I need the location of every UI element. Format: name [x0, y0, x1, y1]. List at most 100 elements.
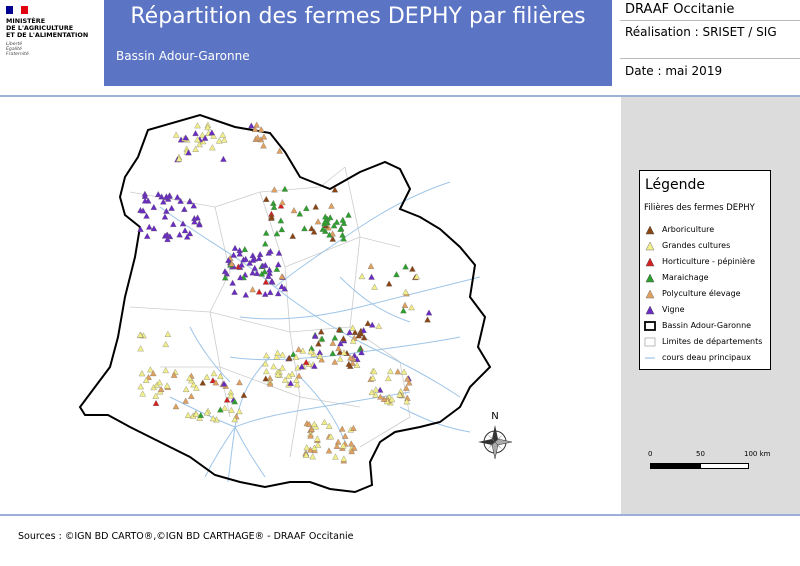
farm-marker — [219, 131, 227, 138]
triangle-icon — [645, 273, 655, 283]
farm-marker — [266, 289, 274, 296]
farm-marker — [331, 334, 339, 341]
farm-marker — [329, 350, 336, 356]
divider — [0, 514, 800, 516]
farm-marker — [375, 322, 383, 329]
farm-marker — [188, 392, 195, 399]
ministry-name: MINISTÈRE DE L'AGRICULTURE ET DE L'ALIME… — [6, 18, 102, 39]
farm-marker — [425, 309, 433, 316]
farm-marker — [301, 225, 308, 232]
triangle-icon — [645, 241, 655, 251]
farm-marker — [209, 144, 216, 151]
farm-marker — [263, 352, 270, 359]
farm-marker — [162, 367, 169, 374]
triangle-icon — [645, 225, 655, 235]
farm-marker — [308, 225, 315, 232]
legend-item-label: cours deau principaux — [662, 353, 751, 362]
organization: DRAAF Occitanie — [625, 2, 735, 17]
farm-marker — [271, 186, 278, 193]
farm-marker — [402, 263, 409, 270]
farm-marker — [248, 122, 255, 129]
farm-marker — [345, 211, 352, 218]
farm-marker — [325, 447, 333, 454]
adour-garonne-basin-outline — [78, 113, 492, 494]
farm-marker — [358, 273, 366, 280]
farm-marker — [335, 345, 342, 352]
farm-marker — [277, 217, 285, 224]
farm-marker — [150, 203, 158, 210]
farm-marker — [402, 288, 409, 295]
farm-marker — [331, 358, 339, 365]
farm-marker — [164, 330, 172, 337]
map-canvas: N — [78, 113, 513, 494]
farm-marker — [221, 136, 228, 143]
farm-marker — [256, 251, 264, 257]
farm-marker — [251, 264, 259, 271]
triangle-icon — [645, 305, 655, 315]
legend-item-label: Bassin Adour-Garonne — [662, 321, 752, 330]
farm-marker — [303, 205, 310, 211]
legend-item-label: Grandes cultures — [662, 241, 731, 250]
title-bar: Répartition des fermes DEPHY par filière… — [104, 0, 612, 86]
farm-marker — [143, 212, 150, 219]
farm-marker — [163, 207, 170, 214]
farm-marker — [275, 249, 283, 256]
farm-marker — [152, 399, 160, 406]
farm-marker — [340, 455, 348, 462]
farm-marker — [364, 320, 372, 326]
legend-item-basin: Bassin Adour-Garonne — [644, 319, 768, 333]
scale-bar-graphic — [650, 463, 749, 469]
farm-marker — [241, 246, 249, 252]
farm-marker — [143, 232, 151, 239]
farm-marker — [367, 262, 375, 269]
divider — [620, 58, 800, 59]
farm-marker — [194, 122, 201, 129]
farm-marker — [182, 386, 190, 392]
scale-label: 100 km — [744, 450, 771, 458]
french-flag-icon — [6, 6, 28, 14]
legend-item-label: Horticulture - pépinière — [662, 257, 756, 266]
farm-marker — [368, 273, 375, 280]
realisation: Réalisation : SRISET / SIG — [625, 25, 777, 39]
legend-item-label: Arboriculture — [662, 225, 715, 234]
compass-north-label: N — [491, 411, 498, 422]
farm-marker — [274, 349, 281, 356]
sources-note: Sources : ©IGN BD CARTO®,©IGN BD CARTHAG… — [18, 531, 354, 542]
farm-marker — [401, 301, 409, 308]
farm-marker — [138, 370, 146, 377]
legend-item-arboriculture: Arboriculture — [644, 223, 768, 237]
map-subtitle: Bassin Adour-Garonne — [116, 49, 250, 63]
legend-item-polyculture-elevage: Polyculture élevage — [644, 287, 768, 301]
ministry-logo: MINISTÈRE DE L'AGRICULTURE ET DE L'ALIME… — [0, 0, 104, 64]
farm-marker — [408, 304, 415, 311]
farm-marker — [424, 316, 431, 323]
farm-marker — [186, 198, 194, 205]
farm-marker — [279, 199, 286, 206]
farm-marker — [270, 363, 277, 370]
farm-marker — [279, 364, 286, 371]
farm-marker — [163, 382, 171, 389]
farm-marker — [162, 341, 170, 348]
farm-marker — [260, 133, 268, 140]
farm-marker — [278, 226, 286, 233]
legend-item-label: Maraichage — [662, 273, 709, 282]
farm-marker — [262, 375, 270, 382]
legend-item-departments: Limites de départements — [644, 335, 768, 349]
farm-marker — [181, 205, 188, 212]
farm-marker — [181, 227, 189, 234]
farm-marker — [312, 203, 319, 210]
farm-marker — [393, 271, 400, 278]
farm-marker — [394, 368, 402, 375]
line-icon — [645, 357, 655, 359]
farm-marker — [337, 355, 344, 362]
farm-marker — [137, 225, 144, 232]
farm-marker — [192, 130, 199, 137]
compass-rose-icon: N — [478, 411, 513, 460]
farm-marker — [231, 288, 238, 295]
farm-marker — [228, 406, 235, 413]
farm-marker — [260, 142, 267, 149]
scale-label: 50 — [696, 450, 705, 458]
farm-marker — [314, 218, 322, 225]
date: Date : mai 2019 — [625, 64, 723, 78]
info-box: DRAAF Occitanie Réalisation : SRISET / S… — [620, 0, 800, 86]
